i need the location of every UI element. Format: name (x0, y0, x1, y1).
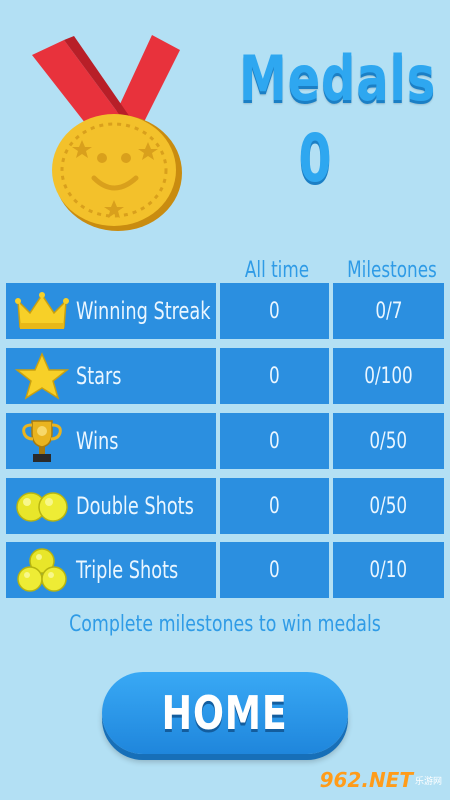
milestone-value: 0/10 (369, 557, 408, 583)
column-header-all-time: All time (244, 258, 310, 283)
stat-row-winning-streak: Winning Streak 0 0/7 (6, 283, 444, 339)
stat-label: Double Shots (76, 492, 194, 520)
all-time-value: 0 (269, 363, 280, 389)
stat-name-cell: Winning Streak (6, 283, 216, 339)
stat-label: Triple Shots (76, 556, 179, 584)
all-time-cell: 0 (220, 542, 329, 598)
crown-icon (15, 292, 69, 329)
stat-label: Winning Streak (76, 297, 211, 325)
medal-count: 0 (298, 120, 332, 197)
milestone-value: 0/50 (369, 493, 408, 519)
milestone-cell: 0/100 (333, 348, 444, 404)
all-time-value: 0 (269, 298, 280, 324)
stat-label: Wins (76, 427, 119, 455)
stat-row-triple-shots: Triple Shots 0 0/10 (6, 542, 444, 598)
page-title: Medals (239, 42, 437, 115)
stat-name-cell: Stars (6, 348, 216, 404)
home-button[interactable]: HOME (102, 672, 348, 754)
stat-row-double-shots: Double Shots 0 0/50 (6, 478, 444, 534)
watermark: 962.NET 乐游网 (320, 768, 442, 792)
all-time-cell: 0 (220, 283, 329, 339)
all-time-cell: 0 (220, 478, 329, 534)
all-time-cell: 0 (220, 413, 329, 469)
milestone-cell: 0/50 (333, 413, 444, 469)
stat-name-cell: Double Shots (6, 478, 216, 534)
milestone-value: 0/50 (369, 428, 408, 454)
column-header-milestones: Milestones (347, 258, 437, 283)
stat-name-cell: Wins (6, 413, 216, 469)
stat-label: Stars (76, 362, 122, 390)
watermark-text: 962.NET (319, 768, 413, 792)
milestones-hint: Complete milestones to win medals (69, 612, 381, 637)
all-time-cell: 0 (220, 348, 329, 404)
double-balls-icon (16, 492, 68, 522)
watermark-subtext: 乐游网 (414, 776, 442, 787)
stat-row-stars: Stars 0 0/100 (6, 348, 444, 404)
stat-name-cell: Triple Shots (6, 542, 216, 598)
star-icon (14, 352, 70, 400)
home-button-label: HOME (161, 686, 289, 740)
milestone-value: 0/7 (374, 298, 403, 324)
all-time-value: 0 (269, 428, 280, 454)
trophy-icon (22, 420, 62, 462)
stat-row-wins: Wins 0 0/50 (6, 413, 444, 469)
milestone-cell: 0/10 (333, 542, 444, 598)
milestone-value: 0/100 (364, 363, 413, 389)
gold-medal-icon (32, 35, 182, 231)
milestone-cell: 0/50 (333, 478, 444, 534)
all-time-value: 0 (269, 557, 280, 583)
all-time-value: 0 (269, 493, 280, 519)
milestone-cell: 0/7 (333, 283, 444, 339)
triple-balls-icon (17, 548, 67, 592)
